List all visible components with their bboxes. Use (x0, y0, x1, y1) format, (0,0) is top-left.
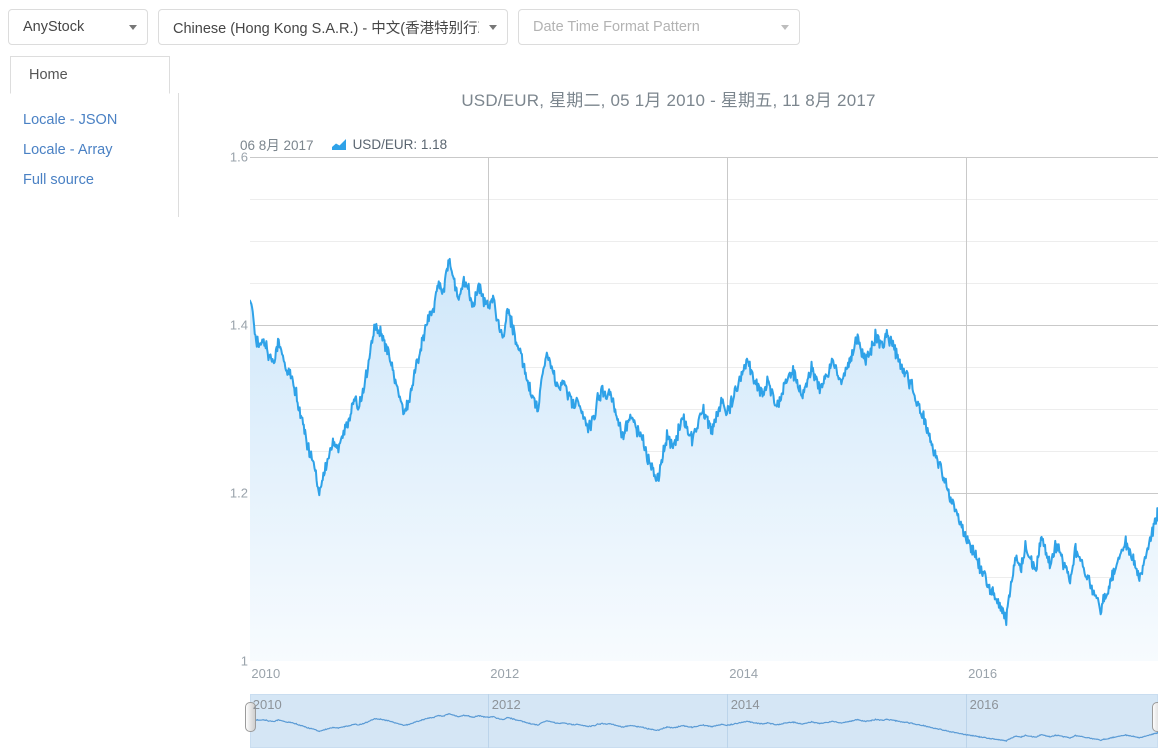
chart-title: USD/EUR, 星期二, 05 1月 2010 - 星期五, 11 8月 20… (461, 91, 876, 110)
sidebar-item-locale-json[interactable]: Locale - JSON (0, 105, 178, 135)
date-time-format-pattern-placeholder: Date Time Format Pattern (533, 19, 700, 35)
y-axis-tick: 1 (240, 653, 248, 669)
stock-chart: USD/EUR, 星期二, 05 1月 2010 - 星期五, 11 8月 20… (179, 54, 1158, 748)
toolbar: AnyStock Chinese (Hong Kong S.A.R.) - 中文… (0, 0, 1158, 54)
legend-date: 06 8月 2017 (240, 138, 314, 153)
series-canvas (250, 157, 1158, 661)
sidebar-item-locale-array[interactable]: Locale - Array (0, 135, 178, 165)
locale-select[interactable]: Chinese (Hong Kong S.A.R.) - 中文(香港特别行政[ (158, 9, 508, 45)
y-axis-tick: 1.2 (229, 485, 248, 501)
x-axis: 2010 2012 2014 2016 (250, 666, 1158, 686)
tab-home-label: Home (29, 67, 68, 83)
date-time-format-pattern-select[interactable]: Date Time Format Pattern (518, 9, 800, 45)
plot-area[interactable] (250, 157, 1158, 661)
x-axis-tick: 2014 (729, 666, 759, 681)
x-axis-tick: 2012 (490, 666, 520, 681)
range-right-handle[interactable] (1152, 702, 1158, 732)
sidebar: Locale - JSON Locale - Array Full source (0, 93, 179, 217)
locale-select-value: Chinese (Hong Kong S.A.R.) - 中文(香港特别行政[ (173, 20, 479, 37)
y-axis-tick: 1.4 (229, 317, 248, 333)
range-selector-preview (250, 694, 1158, 748)
y-axis: 1 1.2 1.4 1.6 (210, 150, 248, 669)
x-axis-tick: 2016 (968, 666, 998, 681)
product-select-value: AnyStock (23, 19, 85, 35)
x-axis-tick: 2010 (251, 666, 281, 681)
range-selector-tick: 2012 (491, 697, 521, 712)
range-selector-tick: 2010 (252, 697, 282, 712)
y-axis-tick: 1.6 (229, 149, 248, 165)
legend-series-value: USD/EUR: 1.18 (352, 136, 448, 152)
sidebar-item-full-source[interactable]: Full source (0, 165, 178, 195)
chevron-down-icon (129, 24, 137, 30)
chevron-down-icon (489, 24, 497, 30)
tab-home[interactable]: Home (10, 56, 170, 94)
area-series-icon (331, 138, 346, 150)
chevron-down-icon (781, 24, 789, 30)
range-selector[interactable]: 2010 2012 2014 2016 (245, 694, 1158, 748)
range-selector-tick: 2014 (730, 697, 760, 712)
chart-legend: 06 8月 2017 USD/EUR: 1.18 (240, 134, 447, 154)
range-selector-tick: 2016 (969, 697, 999, 712)
product-select[interactable]: AnyStock (8, 9, 148, 45)
